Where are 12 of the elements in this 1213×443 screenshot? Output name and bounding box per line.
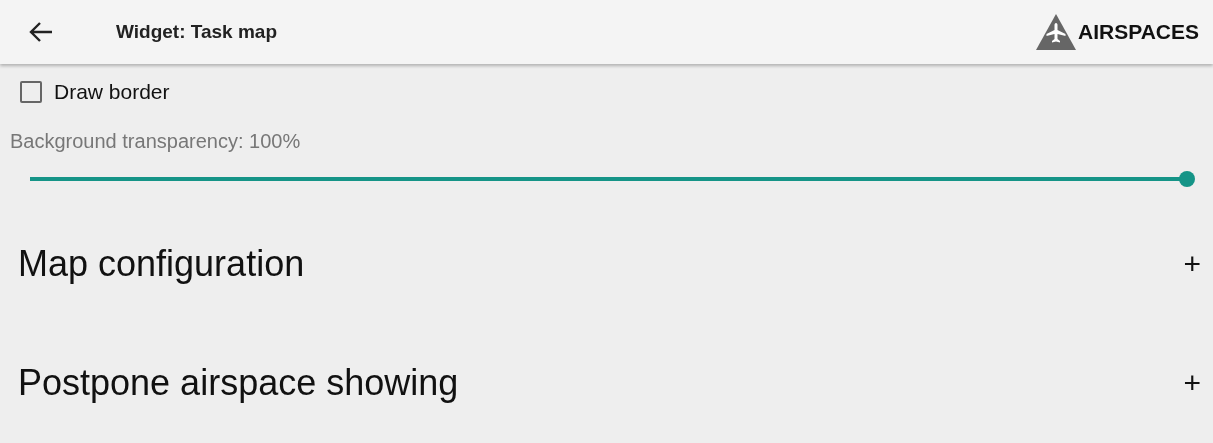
section-title: Postpone airspace showing bbox=[18, 362, 459, 405]
plane-triangle-icon bbox=[1036, 13, 1077, 50]
expand-button[interactable]: + bbox=[1179, 247, 1205, 282]
checkbox-label: Draw border bbox=[54, 79, 170, 104]
back-arrow-icon bbox=[28, 20, 54, 43]
slider-label: Background transparency: 100% bbox=[10, 129, 302, 153]
section-title: Map configuration bbox=[18, 243, 305, 286]
checkbox[interactable] bbox=[20, 80, 42, 103]
expand-button[interactable]: + bbox=[1179, 366, 1205, 401]
slider-thumb[interactable] bbox=[1179, 170, 1195, 187]
airspaces-button[interactable]: AIRSPACES bbox=[1036, 13, 1199, 50]
screen-title: Widget: Task map bbox=[116, 20, 278, 43]
